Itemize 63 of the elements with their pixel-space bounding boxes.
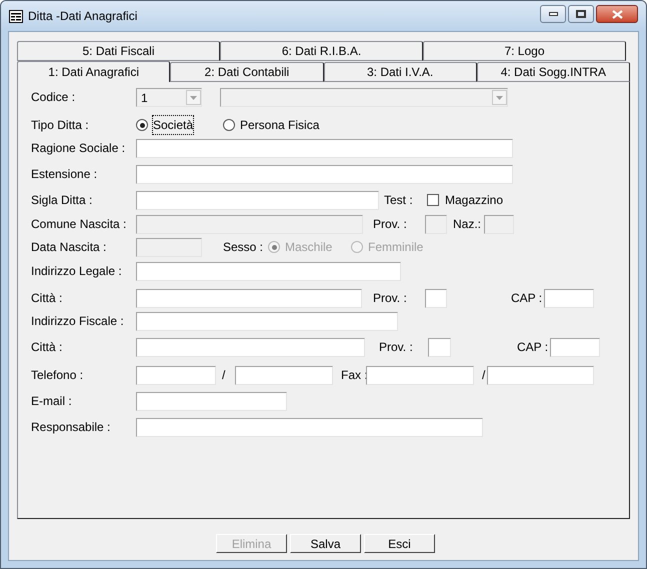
field-label: CAP : (511, 290, 544, 307)
tab[interactable]: 1: Dati Anagrafici (17, 61, 170, 82)
input-field[interactable] (550, 338, 600, 357)
field-label: Naz.: (453, 216, 482, 233)
checkbox[interactable]: Magazzino (427, 191, 517, 209)
input-field[interactable] (487, 366, 594, 385)
minimize-button[interactable] (540, 5, 566, 23)
input-field[interactable] (136, 262, 401, 281)
field-label: / (482, 367, 486, 384)
dropdown-arrow-icon (190, 96, 197, 100)
minimize-icon (548, 12, 558, 16)
dropdown-arrow-icon (496, 96, 503, 100)
tab[interactable]: 6: Dati R.I.B.A. (220, 41, 423, 61)
field-label: Città : (31, 290, 64, 307)
field-label: Ragione Sociale : (31, 140, 126, 157)
field-label: Telefono : (31, 367, 84, 384)
dialog-button[interactable]: Esci (364, 534, 435, 553)
tab[interactable]: 3: Dati I.V.A. (324, 62, 477, 82)
input-field[interactable] (136, 366, 216, 385)
field-label: Responsabile : (31, 419, 112, 436)
input-field[interactable] (544, 289, 594, 308)
input-field[interactable] (425, 289, 447, 308)
field-label: Tipo Ditta : (31, 117, 90, 134)
close-icon (612, 10, 622, 18)
field-label: Prov. : (373, 290, 408, 307)
dialog-button[interactable]: Salva (290, 534, 361, 553)
tab[interactable]: 5: Dati Fiscali (17, 41, 220, 61)
input-field[interactable] (136, 139, 513, 158)
field-label: / (222, 367, 226, 384)
field-label: Test : (384, 192, 414, 209)
field-label: Indirizzo Fiscale : (31, 313, 125, 330)
input-field[interactable] (136, 312, 398, 331)
tab[interactable]: 7: Logo (423, 41, 626, 61)
field-label: Prov. : (373, 216, 408, 233)
maximize-button[interactable] (568, 5, 594, 23)
field-label: Città : (31, 339, 64, 356)
input-field[interactable] (136, 392, 287, 411)
field-label: Codice : (31, 89, 76, 106)
field-label: Estensione : (31, 166, 98, 183)
window-icon (9, 10, 23, 22)
input-field[interactable] (136, 418, 483, 437)
tab[interactable]: 4: Dati Sogg.INTRA (476, 62, 630, 82)
field-label: Data Nascita : (31, 239, 108, 256)
field-label: E-mail : (31, 393, 73, 410)
field-label: Sesso : (223, 239, 264, 256)
window-title: Ditta -Dati Anagrafici (28, 8, 138, 25)
input-field[interactable] (235, 366, 333, 385)
input-field[interactable] (136, 338, 365, 357)
close-button[interactable] (596, 5, 638, 23)
field-label: Prov. : (379, 339, 414, 356)
field-label: Indirizzo Legale : (31, 263, 123, 280)
radio-button[interactable]: Persona Fisica (223, 116, 333, 134)
input-field[interactable] (136, 289, 362, 308)
radio-button[interactable]: Società (136, 116, 223, 134)
field-label: Comune Nascita : (31, 216, 128, 233)
tab[interactable]: 2: Dati Contabili (170, 62, 324, 82)
field-label: CAP : (517, 339, 550, 356)
input-field[interactable] (136, 191, 379, 210)
field-label: Sigla Ditta : (31, 192, 94, 209)
maximize-icon (576, 10, 586, 18)
input-field[interactable] (136, 165, 513, 184)
input-field[interactable] (366, 366, 474, 385)
input-field[interactable] (428, 338, 451, 357)
